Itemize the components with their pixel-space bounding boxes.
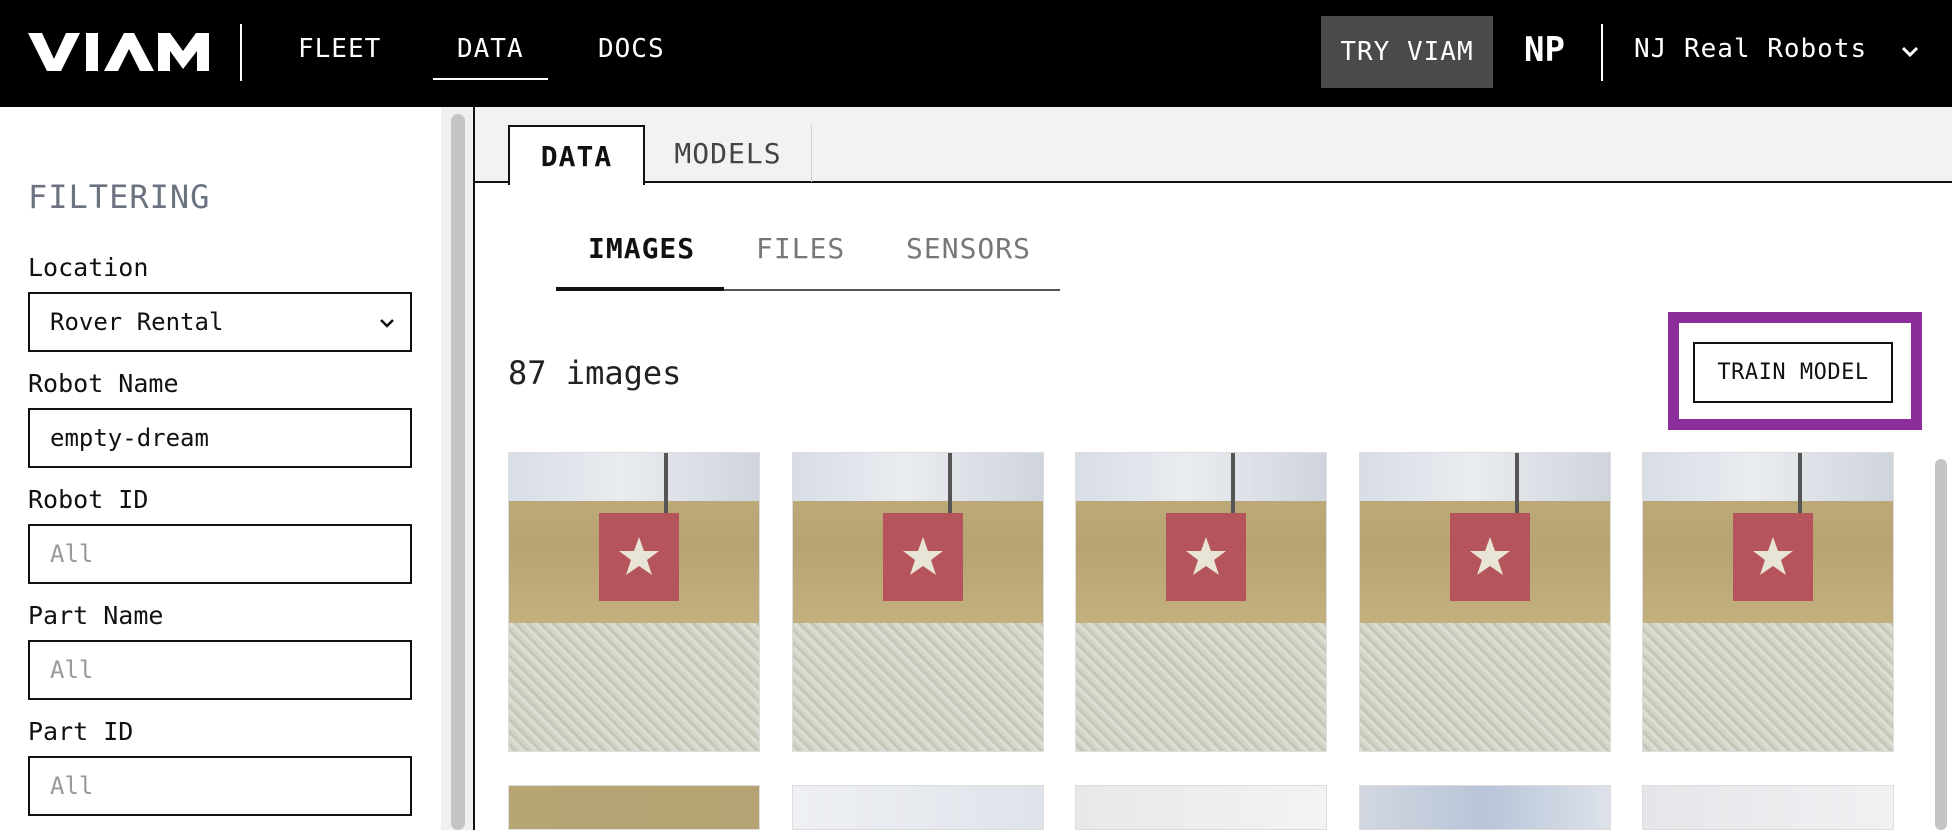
- tab-data[interactable]: DATA: [508, 125, 645, 185]
- part-name-input[interactable]: All: [28, 640, 412, 700]
- star-icon: [903, 537, 943, 575]
- nav-docs[interactable]: DOCS: [598, 34, 665, 64]
- main-scrollbar-thumb[interactable]: [1935, 459, 1947, 830]
- tab-models[interactable]: MODELS: [645, 125, 812, 182]
- subtab-sensors[interactable]: SENSORS: [906, 232, 1031, 265]
- nav-data[interactable]: DATA: [433, 34, 548, 80]
- part-id-input[interactable]: All: [28, 756, 412, 816]
- part-id-label: Part ID: [28, 717, 134, 746]
- part-name-label: Part Name: [28, 601, 164, 630]
- org-selector[interactable]: NJ Real Robots: [1634, 34, 1867, 64]
- nav-fleet[interactable]: FLEET: [298, 34, 381, 64]
- image-thumbnail[interactable]: [1075, 785, 1327, 830]
- filtering-heading: FILTERING: [28, 178, 211, 216]
- robot-id-input[interactable]: All: [28, 524, 412, 584]
- chevron-down-icon: [380, 319, 394, 328]
- location-label: Location: [28, 253, 149, 282]
- location-select[interactable]: Rover Rental: [28, 292, 412, 352]
- nav-divider: [240, 24, 242, 81]
- sidebar-scrollbar-thumb[interactable]: [451, 114, 465, 830]
- viam-logo[interactable]: [28, 33, 209, 71]
- location-value: Rover Rental: [50, 308, 224, 336]
- chevron-down-icon[interactable]: [1898, 40, 1922, 64]
- org-divider: [1601, 24, 1603, 81]
- subtab-images[interactable]: IMAGES: [588, 232, 695, 265]
- image-thumbnail[interactable]: [1075, 452, 1327, 752]
- train-model-button[interactable]: TRAIN MODEL: [1693, 342, 1893, 403]
- user-initials-avatar[interactable]: NP: [1524, 30, 1565, 70]
- image-thumbnail[interactable]: [1359, 452, 1611, 752]
- robot-id-label: Robot ID: [28, 485, 149, 514]
- try-viam-button[interactable]: TRY VIAM: [1321, 16, 1493, 88]
- star-icon: [619, 537, 659, 575]
- top-nav: FLEET DATA DOCS TRY VIAM NP NJ Real Robo…: [0, 0, 1952, 107]
- star-icon: [1753, 537, 1793, 575]
- image-thumbnail[interactable]: [1642, 452, 1894, 752]
- image-count: 87 images: [508, 354, 682, 392]
- image-thumbnail[interactable]: [792, 452, 1044, 752]
- robot-name-input[interactable]: empty-dream: [28, 408, 412, 468]
- robot-name-label: Robot Name: [28, 369, 179, 398]
- subtab-files[interactable]: FILES: [756, 232, 845, 265]
- subtab-active-indicator: [556, 287, 724, 291]
- image-thumbnail[interactable]: [792, 785, 1044, 830]
- image-thumbnail[interactable]: [508, 785, 760, 830]
- star-icon: [1186, 537, 1226, 575]
- star-icon: [1470, 537, 1510, 575]
- image-thumbnail[interactable]: [508, 452, 760, 752]
- image-thumbnail[interactable]: [1642, 785, 1894, 830]
- image-thumbnail[interactable]: [1359, 785, 1611, 830]
